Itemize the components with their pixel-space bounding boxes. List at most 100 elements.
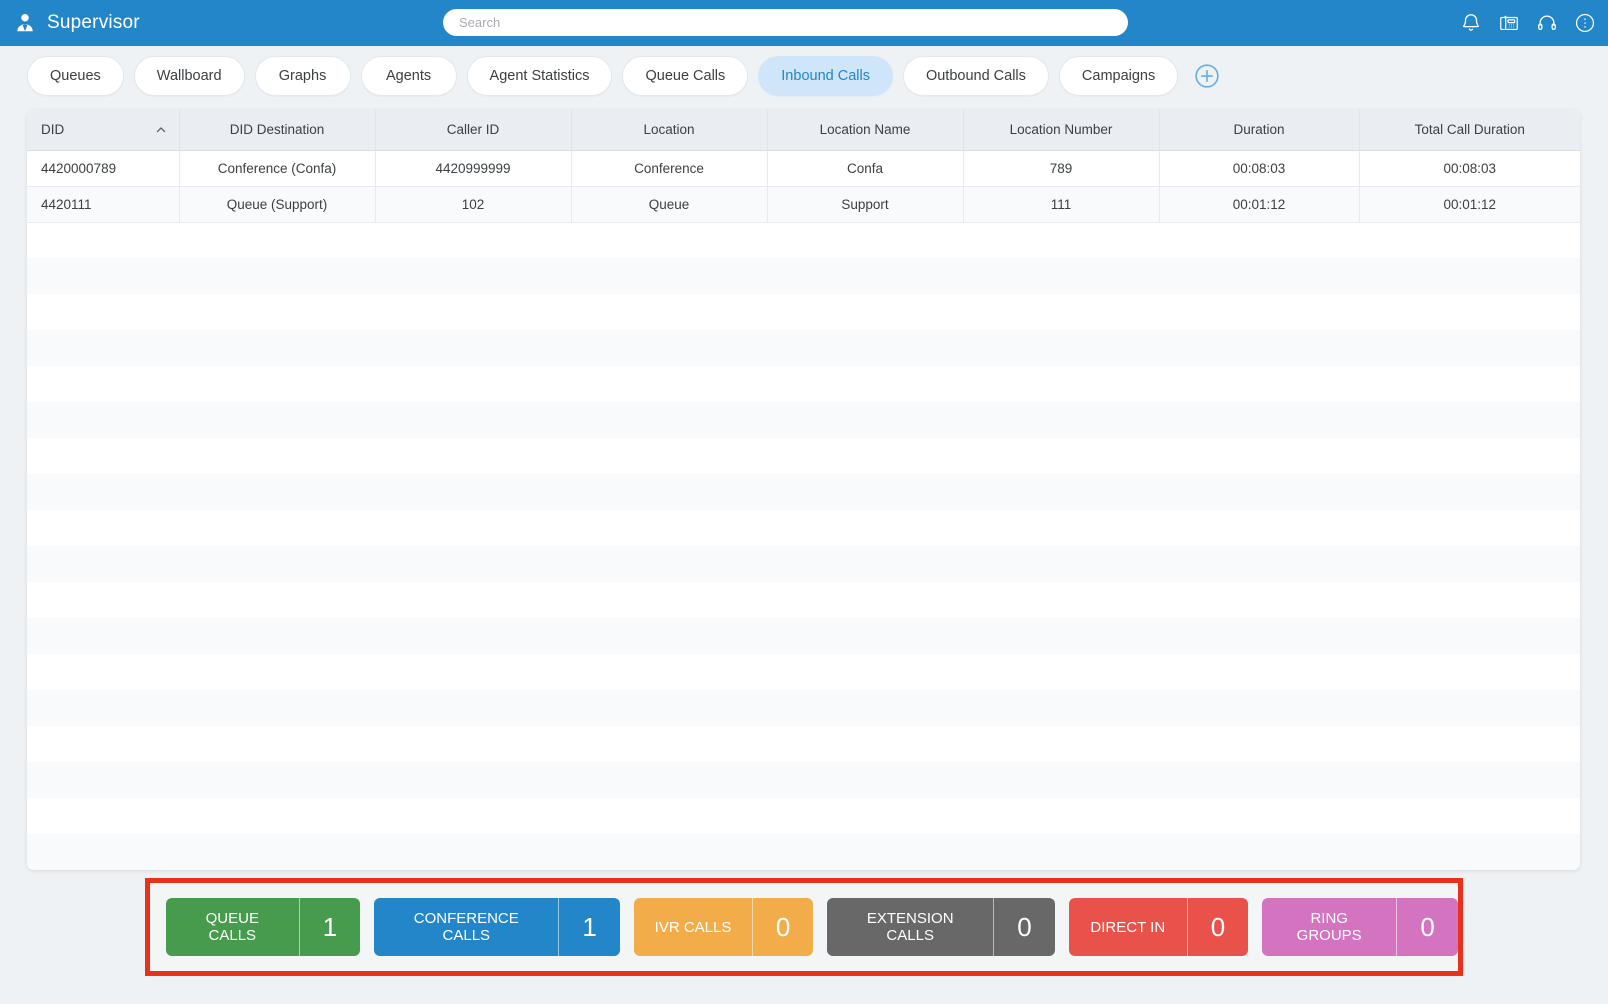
- badge-ring-groups[interactable]: RING GROUPS 0: [1262, 898, 1458, 956]
- tab-campaigns[interactable]: Campaigns: [1058, 56, 1179, 96]
- empty-cell: [27, 438, 179, 474]
- empty-cell: [767, 258, 963, 294]
- empty-cell: [1159, 474, 1359, 510]
- empty-cell: [767, 222, 963, 258]
- call-summary-badges: QUEUE CALLS 1 CONFERENCE CALLS 1 IVR CAL…: [150, 883, 1458, 971]
- empty-cell: [571, 618, 767, 654]
- empty-cell: [571, 834, 767, 870]
- empty-cell: [963, 510, 1159, 546]
- empty-cell: [375, 546, 571, 582]
- empty-cell: [179, 726, 375, 762]
- column-header-caller-id[interactable]: Caller ID: [375, 110, 572, 151]
- tab-queues[interactable]: Queues: [27, 56, 124, 96]
- empty-cell: [1159, 618, 1359, 654]
- empty-cell: [179, 690, 375, 726]
- empty-cell: [571, 762, 767, 798]
- empty-cell: [571, 654, 767, 690]
- badge-ivr-calls[interactable]: IVR CALLS 0: [634, 898, 814, 956]
- empty-cell: [27, 258, 179, 294]
- empty-cell: [1159, 222, 1359, 258]
- tab-inbound-calls[interactable]: Inbound Calls: [758, 56, 893, 96]
- column-header-location[interactable]: Location: [571, 110, 768, 151]
- badge-queue-calls[interactable]: QUEUE CALLS 1: [166, 898, 361, 956]
- cell-did-destination: Queue (Support): [179, 186, 376, 223]
- empty-cell: [27, 834, 179, 870]
- empty-cell: [963, 402, 1159, 438]
- tab-bar: Queues Wallboard Graphs Agents Agent Sta…: [27, 55, 1277, 97]
- badge-value: 0: [1396, 898, 1458, 956]
- tab-wallboard[interactable]: Wallboard: [133, 56, 245, 96]
- tab-agent-statistics[interactable]: Agent Statistics: [466, 56, 613, 96]
- empty-cell: [963, 258, 1159, 294]
- table-row[interactable]: 4420000789 Conference (Confa) 4420999999…: [27, 150, 1580, 187]
- empty-cell: [179, 546, 375, 582]
- desk-phone-icon[interactable]: [1498, 12, 1520, 34]
- empty-cell: [571, 510, 767, 546]
- empty-cell: [179, 222, 375, 258]
- search-box[interactable]: [443, 9, 1128, 36]
- badge-extension-calls[interactable]: EXTENSION CALLS 0: [827, 898, 1055, 956]
- badge-label: EXTENSION CALLS: [866, 910, 954, 944]
- cell-caller-id: 4420999999: [375, 150, 572, 187]
- empty-cell: [963, 222, 1159, 258]
- badge-direct-in[interactable]: DIRECT IN 0: [1068, 898, 1249, 956]
- empty-cell: [1159, 798, 1359, 834]
- empty-cell: [1359, 438, 1580, 474]
- column-header-location-number[interactable]: Location Number: [963, 110, 1160, 151]
- empty-cell: [571, 582, 767, 618]
- table-empty-row: [27, 726, 1580, 762]
- empty-cell: [767, 438, 963, 474]
- headset-icon[interactable]: [1536, 12, 1558, 34]
- badge-label: CONFERENCE CALLS: [413, 910, 519, 944]
- brand: Supervisor: [14, 12, 140, 34]
- cell-location-name: Support: [767, 186, 964, 223]
- empty-cell: [767, 582, 963, 618]
- empty-cell: [1359, 690, 1580, 726]
- tab-queue-calls[interactable]: Queue Calls: [622, 56, 749, 96]
- empty-cell: [27, 474, 179, 510]
- empty-cell: [1159, 726, 1359, 762]
- table-empty-row: [27, 366, 1580, 402]
- empty-cell: [1359, 402, 1580, 438]
- empty-cell: [27, 546, 179, 582]
- empty-cell: [767, 474, 963, 510]
- app-title: Supervisor: [47, 12, 140, 33]
- tab-outbound-calls[interactable]: Outbound Calls: [902, 56, 1049, 96]
- empty-cell: [963, 330, 1159, 366]
- empty-cell: [767, 690, 963, 726]
- empty-cell: [571, 366, 767, 402]
- table-empty-row: [27, 258, 1580, 294]
- bell-icon[interactable]: [1460, 12, 1482, 34]
- empty-cell: [27, 294, 179, 330]
- empty-cell: [1359, 366, 1580, 402]
- column-header-location-name[interactable]: Location Name: [767, 110, 964, 151]
- add-tab-icon[interactable]: [1194, 63, 1220, 89]
- empty-cell: [179, 510, 375, 546]
- empty-cell: [375, 654, 571, 690]
- column-header-did[interactable]: DID: [27, 110, 180, 151]
- column-header-did-destination[interactable]: DID Destination: [179, 110, 376, 151]
- cell-duration: 00:08:03: [1159, 150, 1360, 187]
- empty-cell: [375, 690, 571, 726]
- search-input[interactable]: [443, 9, 1128, 36]
- tab-agents[interactable]: Agents: [360, 56, 457, 96]
- table-row[interactable]: 4420111 Queue (Support) 102 Queue Suppor…: [27, 186, 1580, 223]
- empty-cell: [1359, 510, 1580, 546]
- empty-cell: [375, 258, 571, 294]
- empty-cell: [963, 618, 1159, 654]
- empty-cell: [571, 726, 767, 762]
- empty-cell: [375, 618, 571, 654]
- empty-cell: [1359, 798, 1580, 834]
- column-header-duration[interactable]: Duration: [1159, 110, 1360, 151]
- badge-conference-calls[interactable]: CONFERENCE CALLS 1: [374, 898, 621, 956]
- empty-cell: [767, 834, 963, 870]
- empty-cell: [963, 366, 1159, 402]
- empty-cell: [767, 330, 963, 366]
- more-options-icon[interactable]: [1574, 12, 1596, 34]
- empty-cell: [963, 546, 1159, 582]
- column-header-total-call-duration[interactable]: Total Call Duration: [1359, 110, 1580, 151]
- tab-graphs[interactable]: Graphs: [254, 56, 351, 96]
- empty-cell: [1359, 762, 1580, 798]
- empty-cell: [375, 402, 571, 438]
- empty-cell: [179, 762, 375, 798]
